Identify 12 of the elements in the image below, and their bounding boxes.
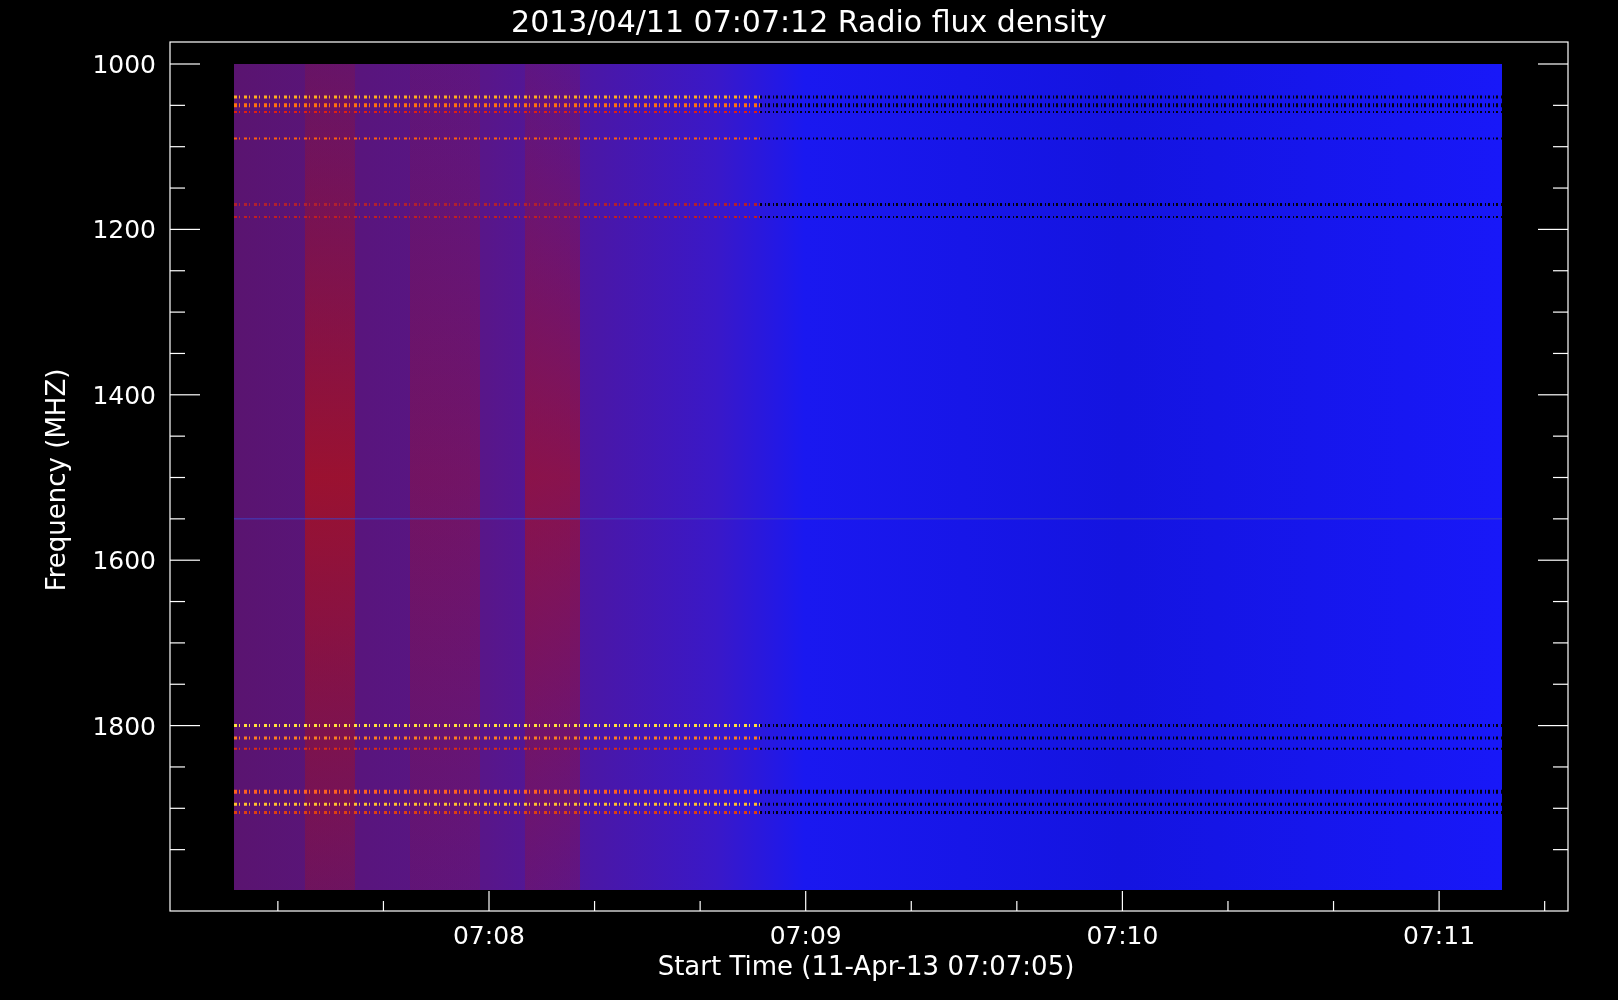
y-axis-title: Frequency (MHZ) <box>41 368 71 592</box>
x-tick-label: 07:10 <box>1086 921 1159 950</box>
y-tick-label: 1200 <box>92 215 156 245</box>
y-tick-label: 1800 <box>92 711 156 741</box>
y-tick-label: 1000 <box>92 50 156 79</box>
x-axis-title: Start Time (11-Apr-13 07:07:05) <box>657 951 1075 981</box>
y-tick-label: 1400 <box>92 380 156 410</box>
x-tick-label: 07:08 <box>453 921 525 950</box>
x-tick-label: 07:09 <box>769 921 842 950</box>
chart-title: 2013/04/11 07:07:12 Radio flux density <box>511 4 1107 39</box>
y-tick-label: 1600 <box>92 546 156 576</box>
x-tick-label: 07:11 <box>1403 921 1476 950</box>
